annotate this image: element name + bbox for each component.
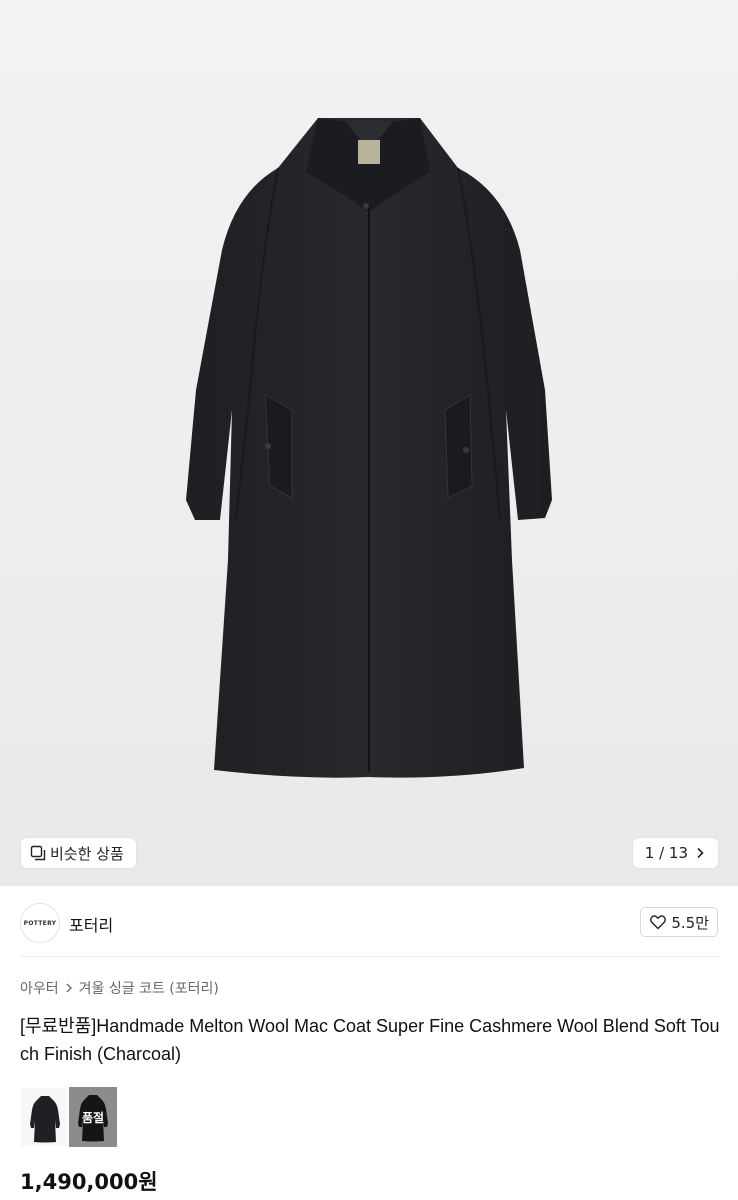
image-counter: 1 / 13 [644,844,688,862]
seller-row: POTTERY 포터리 5.5만 [0,886,738,956]
product-image-carousel[interactable]: 비슷한 상품 1 / 13 [0,0,738,886]
chevron-right-icon [692,845,708,861]
soldout-label: 품절 [81,1111,105,1125]
similar-products-button[interactable]: 비슷한 상품 [21,838,136,868]
breadcrumb: 아우터 겨울 싱글 코트 (포터리) [20,978,219,998]
option-thumbnail-soldout[interactable]: 품절 [69,1087,117,1147]
breadcrumb-subcategory-link[interactable]: 겨울 싱글 코트 (포터리) [79,978,219,998]
seller-logo[interactable]: POTTERY [20,903,60,943]
similar-items-icon [30,845,46,861]
seller-logo-text: POTTERY [23,919,57,927]
heart-icon [649,913,667,931]
image-counter-button[interactable]: 1 / 13 [632,838,718,868]
option-thumbnails: 품절 [20,1087,117,1147]
breadcrumb-category-link[interactable]: 아우터 [20,978,59,998]
like-count: 5.5만 [671,913,709,932]
like-button[interactable]: 5.5만 [640,907,718,937]
product-title: [무료반품]Handmade Melton Wool Mac Coat Supe… [20,1016,720,1064]
coat-thumbnail-image [30,1096,60,1143]
chevron-right-icon [64,982,74,994]
option-thumbnail[interactable] [20,1087,68,1147]
product-price: 1,490,000원 [20,1170,158,1194]
similar-products-label: 비슷한 상품 [50,844,124,863]
divider [20,956,720,957]
coat-product-image [186,118,552,778]
seller-name-link[interactable]: 포터리 [69,912,113,936]
